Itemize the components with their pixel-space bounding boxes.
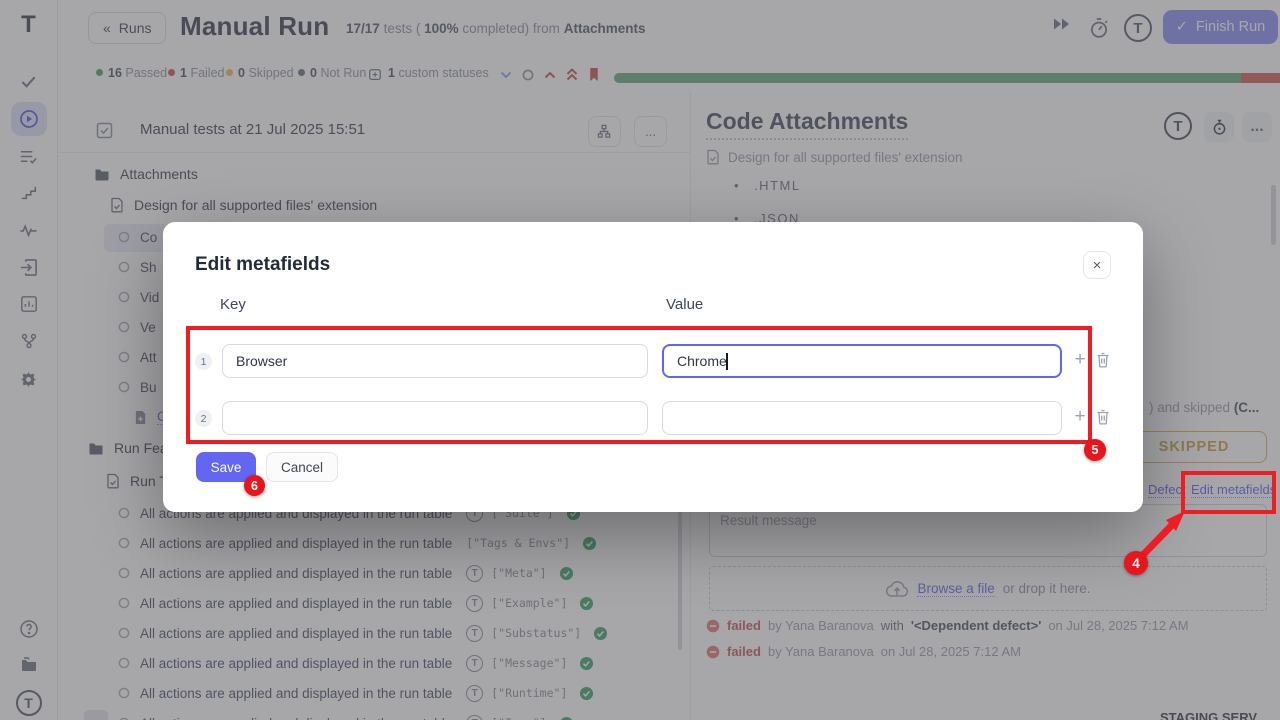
trash-icon[interactable]	[1096, 409, 1111, 426]
value-column-header: Value	[666, 296, 703, 313]
cancel-button[interactable]: Cancel	[266, 452, 338, 482]
close-icon[interactable]: ×	[1083, 251, 1111, 279]
annotation-badge-4: 4	[1124, 551, 1148, 575]
trash-icon[interactable]	[1096, 352, 1111, 369]
key-column-header: Key	[220, 296, 246, 313]
annotation-rect-5	[186, 326, 1092, 444]
app-window: « Runs Manual Run 17/17 tests ( 100% com…	[0, 0, 1280, 720]
annotation-badge-5: 5	[1084, 439, 1106, 461]
modal-title: Edit metafields	[195, 254, 330, 276]
annotation-rect-4	[1181, 471, 1276, 514]
annotation-badge-6: 6	[244, 475, 265, 496]
